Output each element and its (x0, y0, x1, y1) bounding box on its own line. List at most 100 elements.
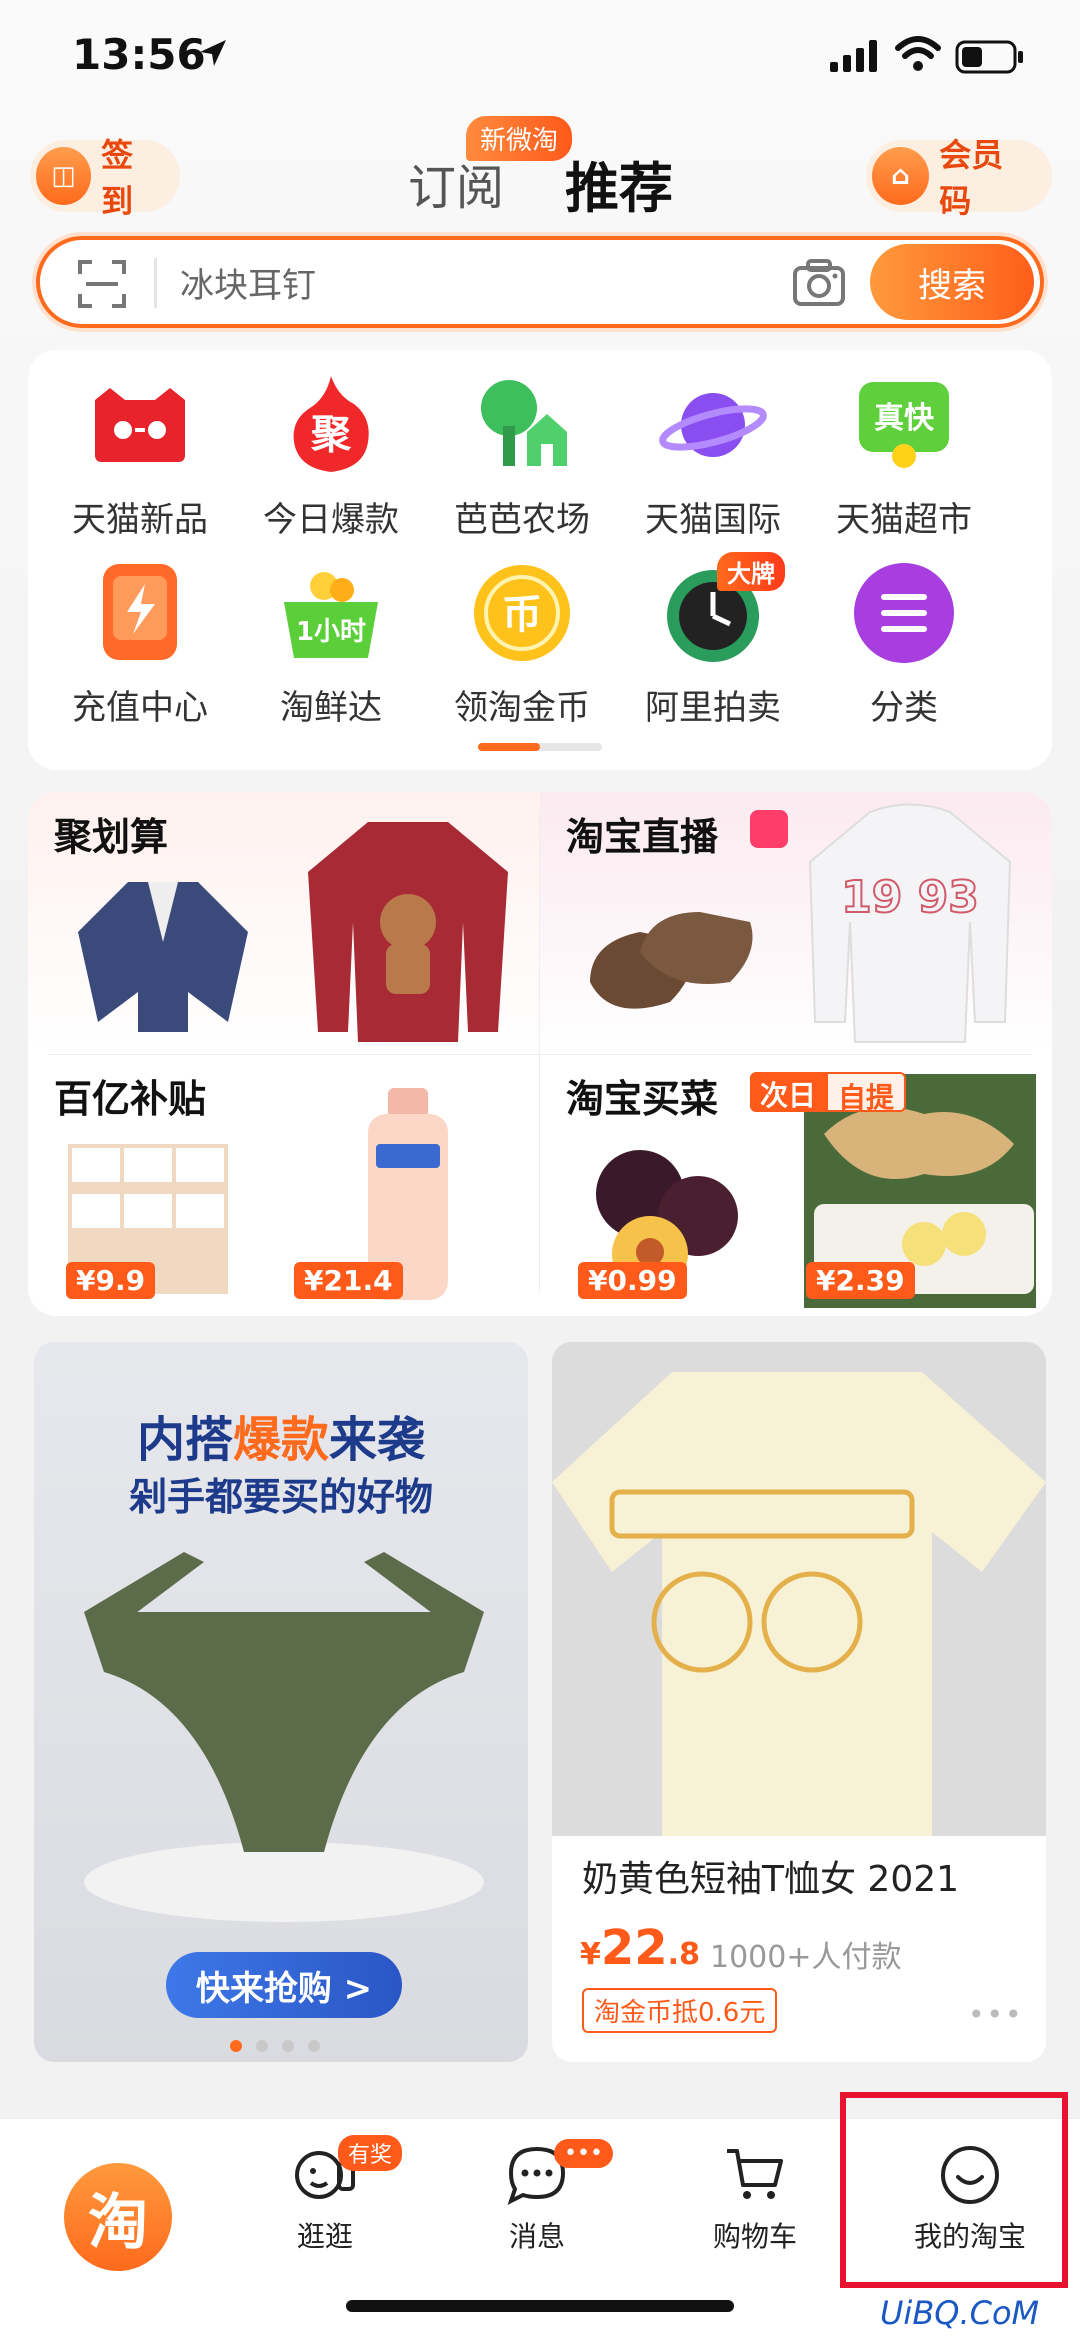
grid-item-gold-coin[interactable]: 币 领淘金币 (432, 558, 612, 738)
grid-item-farm[interactable]: 芭芭农场 (432, 370, 612, 550)
grid-item-freshippo[interactable]: 1小时 淘鲜达 (241, 558, 421, 738)
grid-label: 天猫国际 (645, 500, 781, 540)
grid-label: 芭芭农场 (454, 500, 590, 540)
price-decimal: .8 (667, 1937, 700, 1972)
supermarket-icon: 真快 (859, 382, 949, 468)
search-button[interactable]: 搜索 (870, 244, 1034, 320)
grid-item-tmall-global[interactable]: 天猫国际 (623, 370, 803, 550)
tab-messages[interactable]: 消息 ••• (442, 2139, 632, 2283)
carousel-dot (282, 2040, 294, 2052)
battery-icon (955, 40, 1023, 74)
promo-divider-vertical (539, 812, 540, 1292)
signin-button[interactable]: ◫ 签到 (30, 136, 180, 220)
basket-icon: 1小时 (284, 572, 378, 658)
price-tag: ¥9.9 (66, 1262, 156, 1299)
live-bars-icon (750, 810, 788, 848)
grocery-badges: 次日 自提 (750, 1072, 907, 1114)
hoodie-text: 19 93 (841, 872, 979, 923)
promo-title: 淘宝直播 (566, 815, 719, 859)
grid-label: 天猫新品 (72, 500, 208, 540)
promo-juhuasuan[interactable]: 聚划算 (28, 792, 540, 1054)
product-coupon-badge: 淘金币抵0.6元 (582, 1988, 778, 2033)
lightning-phone-icon (103, 564, 177, 660)
promo-live[interactable]: 淘宝直播 19 93 (540, 792, 1052, 1054)
tab-cart[interactable]: 购物车 (660, 2143, 850, 2283)
status-time: 13:56 (72, 30, 206, 79)
ad-headline-highlight: 爆款 (232, 1412, 329, 1468)
tree-farm-icon (481, 380, 567, 466)
basket-text: 1小时 (296, 617, 366, 647)
taobao-home-icon: 淘 (64, 2163, 172, 2271)
product-sold-count: 1000+人付款 (710, 1940, 902, 1975)
supermarket-badge-text: 真快 (874, 401, 935, 436)
ad-headline-part: 内搭 (136, 1412, 233, 1468)
price-integer: 22 (600, 1920, 668, 1976)
watermark-text: UiBQ.CoM (880, 2294, 1040, 2332)
member-code-button[interactable]: ⌂ 会员码 (866, 136, 1052, 220)
more-options-icon[interactable]: ••• (968, 1998, 1024, 2031)
grid-scroll-thumb (478, 743, 540, 751)
shortcut-grid: 天猫新品 聚 今日爆款 芭芭农场 天猫国际 真快 天猫超市 充值中心 1小时 淘… (28, 350, 1052, 770)
auction-badge: 大牌 (717, 552, 785, 591)
promo-title: 百亿补贴 (54, 1077, 207, 1121)
product-title: 奶黄色短袖T恤女 2021 (582, 1859, 960, 1900)
ad-headline-part: 来袭 (329, 1412, 426, 1468)
grid-item-tmall-supermarket[interactable]: 真快 天猫超市 (814, 370, 994, 550)
grid-label: 分类 (870, 688, 938, 728)
price-tag: ¥2.39 (806, 1262, 915, 1299)
tshirt-image (552, 1342, 1046, 1836)
signin-label: 签到 (101, 136, 134, 220)
ad-headline: 内搭爆款来袭 (34, 1400, 528, 1470)
grid-label: 充值中心 (72, 688, 208, 728)
tab-label: 逛逛 (296, 2220, 353, 2253)
store-icon: ⌂ (872, 147, 930, 205)
product-price: ¥22.8 (580, 1920, 700, 1976)
ad-subheadline: 剁手都要买的好物 (128, 1475, 433, 1519)
feed-product-card[interactable]: 奶黄色短袖T恤女 2021 ¥22.8 1000+人付款 淘金币抵0.6元 ••… (552, 1342, 1046, 2062)
tab-home[interactable]: 淘 (10, 2143, 200, 2283)
grid-item-category[interactable]: 分类 (814, 558, 994, 738)
annotation-highlight-box (840, 2092, 1068, 2288)
underwear-image (84, 1552, 484, 1922)
tab-recommend[interactable]: 推荐 (565, 144, 673, 223)
home-indicator (346, 2300, 734, 2312)
planet-icon (659, 393, 767, 457)
grid-item-tmall-new[interactable]: 天猫新品 (50, 370, 230, 550)
grid-item-hot-today[interactable]: 聚 今日爆款 (241, 370, 421, 550)
grid-label: 今日爆款 (263, 500, 399, 540)
carousel-dot (308, 2040, 320, 2052)
sweater-image (308, 822, 508, 1042)
search-bar[interactable]: 冰块耳钉 搜索 (36, 236, 1044, 328)
grid-label: 天猫超市 (836, 500, 972, 540)
grocery-badge-next-day: 次日 (750, 1072, 827, 1112)
promo-card: 聚划算 淘宝直播 19 93 百亿补贴 ¥9.9 ¥21.4 淘宝买菜 ¥0.9… (28, 792, 1052, 1316)
jacket-image (78, 882, 248, 1032)
grid-label: 领淘金币 (454, 688, 590, 728)
search-input[interactable]: 冰块耳钉 (180, 258, 316, 307)
flame-text: 聚 (310, 412, 352, 458)
scan-icon[interactable] (76, 258, 128, 310)
tmall-cat-icon (95, 388, 185, 462)
wifi-icon (895, 36, 941, 71)
price-tag: ¥21.4 (294, 1262, 403, 1299)
carousel-dots (230, 2040, 320, 2052)
message-badge: ••• (554, 2139, 613, 2168)
feed-ad-card[interactable]: 内搭爆款来袭 剁手都要买的好物 快来抢购 > (34, 1342, 528, 2062)
tab-label: 购物车 (712, 2220, 797, 2253)
search-divider (154, 258, 157, 308)
grid-item-auction[interactable]: 大牌 阿里拍卖 (623, 552, 803, 738)
carousel-dot (256, 2040, 268, 2052)
tab-guangguang[interactable]: 逛逛 有奖 (230, 2135, 420, 2283)
member-code-label: 会员码 (939, 136, 1004, 220)
guangguang-badge: 有奖 (338, 2135, 403, 2171)
promo-subsidy[interactable]: 百亿补贴 ¥9.9 ¥21.4 (28, 1054, 540, 1316)
hoodie-image: 19 93 (808, 803, 1012, 1043)
camera-icon[interactable] (792, 258, 846, 308)
cart-icon (727, 2149, 783, 2199)
carousel-dot-active (230, 2040, 242, 2052)
ad-shop-now-button[interactable]: 快来抢购 > (166, 1952, 402, 2018)
grid-item-recharge[interactable]: 充值中心 (50, 558, 230, 738)
fire-ju-icon: 聚 (293, 376, 369, 472)
grid-scroll-indicator (478, 743, 602, 751)
status-bar: 13:56 (0, 0, 1080, 120)
